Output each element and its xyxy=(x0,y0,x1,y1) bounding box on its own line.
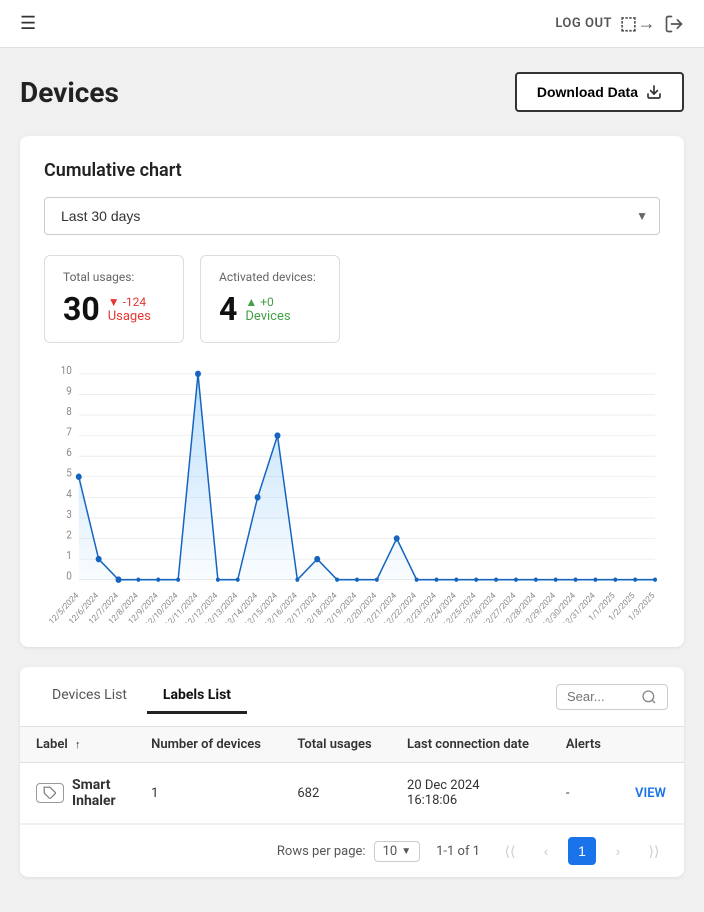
table-header-row: Label ↑ Number of devices Total usages L… xyxy=(20,727,684,763)
hamburger-icon[interactable]: ☰ xyxy=(20,13,36,34)
pagination-row: Rows per page: 10 ▼ 1-1 of 1 ⟨⟨ ‹ 1 › ⟩⟩ xyxy=(20,824,684,877)
down-arrow-icon: ▼ -124 xyxy=(108,295,146,309)
page-container: Devices Download Data Cumulative chart L… xyxy=(0,48,704,901)
svg-text:5: 5 xyxy=(66,466,72,480)
activated-devices-number: 4 xyxy=(219,290,237,328)
next-page-button[interactable]: › xyxy=(604,837,632,865)
cell-alerts: - xyxy=(550,763,619,824)
logout-icon-svg[interactable] xyxy=(664,14,684,34)
line-chart: 0 1 2 3 4 5 6 7 8 9 10 xyxy=(44,363,660,623)
labels-table: Label ↑ Number of devices Total usages L… xyxy=(20,727,684,824)
svg-text:4: 4 xyxy=(66,487,72,501)
table-container: Label ↑ Number of devices Total usages L… xyxy=(20,727,684,824)
download-icon xyxy=(646,84,662,100)
svg-text:7: 7 xyxy=(66,425,72,439)
svg-text:2: 2 xyxy=(66,528,72,542)
label-name: SmartInhaler xyxy=(72,777,116,809)
cumulative-chart-card: Cumulative chart Last 7 days Last 30 day… xyxy=(20,136,684,647)
view-button[interactable]: VIEW xyxy=(635,786,666,801)
rows-per-page-label: Rows per page: xyxy=(277,844,366,859)
chart-card-title: Cumulative chart xyxy=(44,160,660,181)
col-number-devices: Number of devices xyxy=(135,727,281,763)
rows-select-chevron: ▼ xyxy=(401,846,411,857)
cell-last-connection: 20 Dec 202416:18:06 xyxy=(391,763,550,824)
last-page-button[interactable]: ⟩⟩ xyxy=(640,837,668,865)
download-button[interactable]: Download Data xyxy=(515,72,684,112)
usages-change-label: Usages xyxy=(108,309,151,324)
search-input[interactable] xyxy=(567,689,637,704)
table-card: Devices List Labels List xyxy=(20,667,684,877)
svg-text:1: 1 xyxy=(66,549,72,563)
table-row: SmartInhaler 1 682 20 Dec 202416:18:06 -… xyxy=(20,763,684,824)
time-filter-wrapper: Last 7 days Last 30 days Last 90 days ▼ xyxy=(44,197,660,235)
chart-area: 0 1 2 3 4 5 6 7 8 9 10 xyxy=(44,363,660,623)
total-usages-change: ▼ -124 Usages xyxy=(108,295,151,324)
topbar-right: LOG OUT ⬚→ xyxy=(555,13,684,34)
tab-labels-list[interactable]: Labels List xyxy=(147,679,247,714)
logout-icon[interactable]: ⬚→ xyxy=(620,13,656,34)
svg-text:9: 9 xyxy=(66,384,72,398)
activated-devices-label: Activated devices: xyxy=(219,270,321,284)
activated-devices-change: ▲ +0 Devices xyxy=(245,295,290,324)
total-usages-box: Total usages: 30 ▼ -124 Usages xyxy=(44,255,184,343)
rows-per-page-value: 10 xyxy=(383,844,398,859)
page-header: Devices Download Data xyxy=(20,72,684,112)
svg-text:6: 6 xyxy=(66,446,72,460)
prev-page-button[interactable]: ‹ xyxy=(532,837,560,865)
topbar: ☰ LOG OUT ⬚→ xyxy=(0,0,704,48)
rows-per-page-select[interactable]: 10 ▼ xyxy=(374,841,421,862)
current-page-button[interactable]: 1 xyxy=(568,837,596,865)
svg-text:10: 10 xyxy=(61,363,72,377)
total-usages-value-row: 30 ▼ -124 Usages xyxy=(63,290,165,328)
time-filter-select[interactable]: Last 7 days Last 30 days Last 90 days xyxy=(44,197,660,235)
col-alerts: Alerts xyxy=(550,727,619,763)
logout-label: LOG OUT xyxy=(555,16,612,31)
page-title: Devices xyxy=(20,76,119,109)
search-wrapper xyxy=(556,684,668,710)
cell-number-devices: 1 xyxy=(135,763,281,824)
search-icon[interactable] xyxy=(641,689,657,705)
devices-change-label: Devices xyxy=(245,309,290,324)
tab-devices-list[interactable]: Devices List xyxy=(36,679,143,714)
tabs-row: Devices List Labels List xyxy=(20,667,684,727)
col-label: Label ↑ xyxy=(20,727,135,763)
first-page-button[interactable]: ⟨⟨ xyxy=(496,837,524,865)
label-tag-icon xyxy=(36,783,64,803)
cell-total-usages: 682 xyxy=(281,763,391,824)
tabs: Devices List Labels List xyxy=(36,679,247,714)
cell-view-action: VIEW xyxy=(619,763,684,824)
activated-devices-box: Activated devices: 4 ▲ +0 Devices xyxy=(200,255,340,343)
page-info: 1-1 of 1 xyxy=(436,844,480,859)
svg-text:3: 3 xyxy=(66,507,72,521)
svg-text:0: 0 xyxy=(66,569,72,583)
total-usages-number: 30 xyxy=(63,290,100,328)
svg-text:8: 8 xyxy=(66,405,72,419)
download-button-label: Download Data xyxy=(537,84,638,100)
cell-label: SmartInhaler xyxy=(20,763,135,824)
tag-icon xyxy=(43,786,57,800)
stats-row: Total usages: 30 ▼ -124 Usages Activated… xyxy=(44,255,660,343)
total-usages-label: Total usages: xyxy=(63,270,165,284)
sort-up-icon[interactable]: ↑ xyxy=(75,738,81,751)
col-action xyxy=(619,727,684,763)
activated-devices-value-row: 4 ▲ +0 Devices xyxy=(219,290,321,328)
up-arrow-icon: ▲ +0 xyxy=(245,295,273,309)
col-total-usages: Total usages xyxy=(281,727,391,763)
col-last-connection: Last connection date xyxy=(391,727,550,763)
